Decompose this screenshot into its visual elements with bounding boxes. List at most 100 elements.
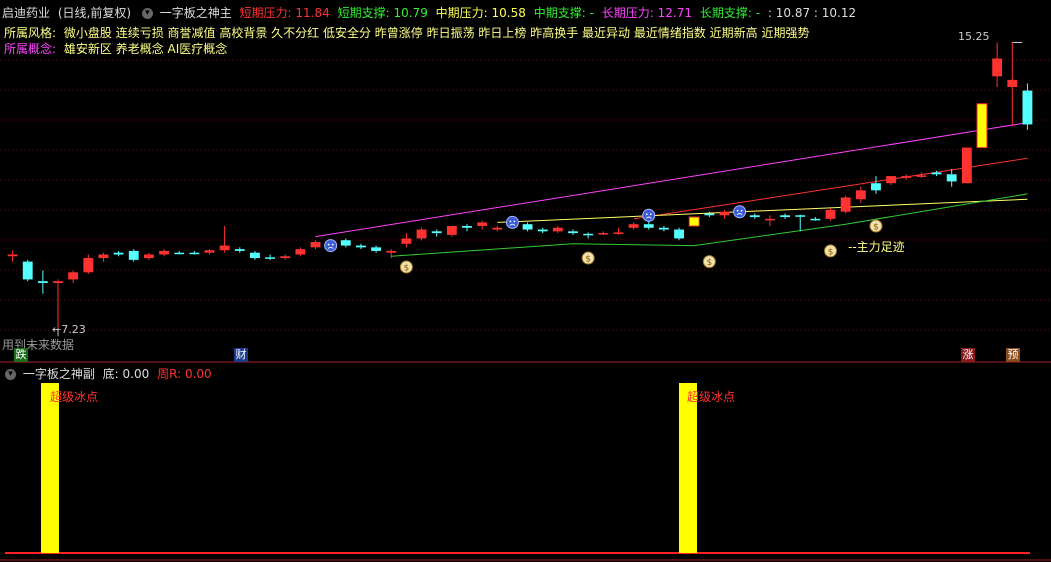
marker-cai[interactable]: 财	[234, 348, 248, 362]
candle	[583, 232, 594, 239]
sub-header: ▾ 一字板之神副 底: 0.00 周R: 0.00	[2, 365, 216, 382]
candle	[234, 247, 245, 253]
candle-body	[250, 252, 260, 259]
candle	[128, 249, 139, 262]
candle	[340, 238, 351, 248]
svg-text:$: $	[585, 255, 591, 265]
candle	[416, 227, 427, 241]
candle-body	[83, 258, 94, 273]
candle	[83, 254, 94, 275]
candle	[1007, 42, 1018, 127]
candle-body	[53, 281, 63, 283]
candle-body	[749, 215, 760, 218]
candle-body	[68, 272, 79, 280]
candle	[552, 225, 563, 234]
candle	[719, 209, 730, 219]
candle	[946, 168, 957, 187]
candle-body	[901, 176, 912, 178]
candle-body	[765, 218, 775, 221]
long-pressure-line	[497, 198, 1028, 223]
svg-text:$: $	[404, 263, 410, 273]
candle-body	[976, 103, 988, 149]
sad-face-icon	[324, 239, 338, 253]
marker-zhang[interactable]: 涨	[961, 348, 975, 362]
candle-body	[431, 231, 442, 234]
sub-bar-label-1: 超级冰点	[50, 390, 99, 404]
candle	[159, 249, 169, 257]
candle-body	[552, 227, 563, 232]
candle-body	[719, 211, 730, 216]
sub-bar	[41, 383, 59, 553]
candle-body	[992, 58, 1003, 77]
candle-body	[613, 232, 624, 234]
candle-body	[658, 227, 669, 230]
candle	[658, 225, 669, 232]
candle	[174, 250, 185, 255]
sad-face-icon	[733, 205, 747, 219]
sub-collapse-icon[interactable]: ▾	[5, 369, 16, 380]
candle-body	[674, 229, 684, 239]
candle	[492, 225, 503, 232]
candle	[477, 220, 488, 230]
candle	[765, 215, 775, 226]
candle	[37, 270, 48, 294]
candle	[810, 217, 821, 221]
candle-body	[477, 222, 488, 226]
candle	[265, 254, 275, 260]
candle-body	[598, 233, 609, 235]
sub-di-label: 底:	[102, 367, 119, 381]
candle	[250, 250, 260, 260]
candle-body	[643, 224, 654, 228]
candle-body	[219, 245, 230, 251]
candle	[7, 250, 18, 262]
candle	[371, 245, 382, 253]
candle	[568, 229, 578, 235]
candle	[113, 250, 124, 257]
sad-face-icon	[642, 208, 656, 222]
candle-body	[946, 174, 957, 182]
money-bag-icon: $	[824, 244, 838, 257]
candle	[780, 213, 790, 219]
candle	[537, 227, 548, 234]
candle-body	[280, 256, 291, 259]
candle-body	[825, 209, 836, 219]
candle	[310, 240, 321, 250]
candle-body	[795, 215, 806, 217]
candle	[431, 229, 442, 237]
candle	[840, 195, 851, 214]
candle	[189, 250, 200, 255]
candle	[22, 259, 33, 282]
sub-title[interactable]: 一字板之神副	[23, 365, 95, 382]
candle	[280, 254, 291, 260]
candle	[674, 227, 684, 241]
candle-body	[492, 227, 503, 230]
candle-body	[37, 281, 48, 283]
candle-body	[7, 254, 18, 257]
candle-body	[234, 249, 245, 251]
marker-yu[interactable]: 预	[1006, 348, 1020, 362]
candle-body	[189, 252, 200, 255]
candle-body	[855, 190, 866, 200]
candle-body	[295, 249, 306, 255]
candle-body	[931, 172, 942, 175]
candle-body	[113, 252, 124, 255]
candle-body	[98, 254, 109, 259]
candle	[462, 224, 472, 232]
candlestick-chart[interactable]: $ $ $ $ $	[0, 0, 1051, 562]
candle	[295, 247, 306, 257]
candle-body	[265, 257, 275, 259]
candle	[628, 222, 639, 230]
candle	[68, 270, 79, 283]
candle	[992, 42, 1003, 88]
candle	[886, 176, 897, 185]
candle	[98, 252, 109, 262]
candle-body	[583, 233, 594, 236]
money-bag-icon: $	[399, 260, 413, 274]
svg-text:$: $	[828, 247, 834, 257]
candle-body	[401, 238, 412, 244]
sad-face-icon	[505, 215, 519, 229]
marker-die[interactable]: 跌	[14, 348, 28, 362]
candle	[1022, 83, 1033, 130]
candle-body	[416, 229, 427, 239]
candle-body	[128, 250, 139, 260]
